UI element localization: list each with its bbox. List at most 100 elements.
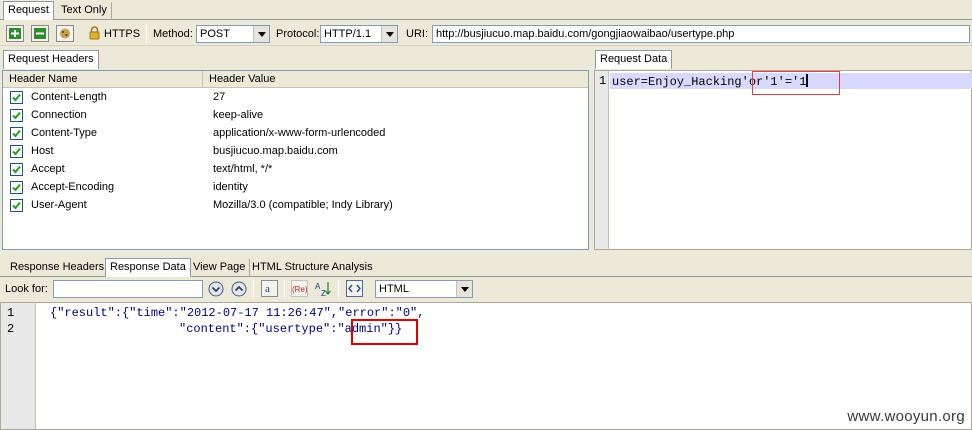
header-enabled-checkbox[interactable] — [10, 127, 23, 140]
header-value-cell: text/html, */* — [213, 163, 273, 175]
checkmark-icon — [12, 111, 21, 120]
request-data-panel: 1 user=Enjoy_Hacking'or'1'='1 — [594, 70, 972, 250]
header-value-cell: application/x-www-form-urlencoded — [213, 127, 386, 139]
checkmark-icon — [12, 183, 21, 192]
header-enabled-checkbox[interactable] — [10, 109, 23, 122]
column-header-value[interactable]: Header Value — [203, 71, 588, 88]
header-value-cell: keep-alive — [213, 109, 264, 121]
method-select[interactable]: POST — [196, 25, 270, 43]
header-name-cell: Accept — [31, 163, 65, 175]
tab-response-headers[interactable]: Response Headers — [6, 259, 110, 277]
header-row[interactable]: Connection keep-alive — [3, 107, 588, 125]
top-tab-strip: Request Text Only — [0, 0, 972, 20]
tab-text-only[interactable]: Text Only — [57, 2, 112, 20]
find-next-icon[interactable] — [208, 281, 224, 300]
response-tab-strip: Response Headers Response Data View Page… — [0, 257, 972, 277]
header-row[interactable]: Content-Type application/x-www-form-urlen… — [3, 125, 588, 143]
match-case-icon[interactable]: a — [261, 280, 278, 300]
tab-response-data[interactable]: Response Data — [105, 258, 191, 277]
column-header-name[interactable]: Header Name — [3, 71, 203, 88]
remove-header-button[interactable] — [31, 25, 49, 42]
header-name-cell: User-Agent — [31, 199, 87, 211]
checkmark-icon — [12, 93, 21, 102]
add-header-button[interactable] — [6, 25, 24, 42]
toolbar-separator — [253, 280, 254, 298]
header-enabled-checkbox[interactable] — [10, 163, 23, 176]
response-line-2-prefix: "content":{"usertype": — [179, 322, 338, 336]
tab-request[interactable]: Request — [3, 1, 54, 20]
header-value-cell: identity — [213, 181, 248, 193]
header-enabled-checkbox[interactable] — [10, 145, 23, 158]
checkmark-icon — [12, 201, 21, 210]
protocol-select[interactable]: HTTP/1.1 — [320, 25, 398, 43]
header-name-cell: Host — [31, 145, 54, 157]
method-label: Method: — [153, 28, 193, 40]
find-previous-icon[interactable] — [231, 281, 247, 300]
header-row[interactable]: Accept-Encoding identity — [3, 179, 588, 197]
request-data-tab-strip: Request Data — [594, 49, 972, 69]
svg-text:(Re): (Re) — [292, 285, 308, 294]
tab-request-headers[interactable]: Request Headers — [3, 50, 99, 69]
header-value-cell: 27 — [213, 91, 226, 103]
response-line-1[interactable]: {"result":{"time":"2012-07-17 11:26:47",… — [50, 306, 424, 320]
chevron-down-icon[interactable] — [381, 26, 397, 42]
header-name-cell: Content-Length — [31, 91, 107, 103]
header-row[interactable]: User-Agent Mozilla/3.0 (compatible; Indy … — [3, 197, 588, 215]
checkmark-icon — [12, 129, 21, 138]
tab-html-structure-analysis[interactable]: HTML Structure Analysis — [248, 259, 377, 277]
tab-request-data[interactable]: Request Data — [595, 50, 673, 69]
request-toolbar: HTTPS Method: POST Protocol: HTTP/1.1 UR… — [0, 21, 972, 46]
svg-text:Z: Z — [321, 289, 326, 297]
header-row[interactable]: Accept text/html, */* — [3, 161, 588, 179]
sort-az-icon[interactable]: AZ — [314, 280, 332, 300]
line-number: 1 — [599, 74, 607, 88]
format-value: HTML — [379, 283, 409, 295]
watermark: www.wooyun.org — [847, 408, 965, 425]
vertical-splitter[interactable] — [589, 49, 593, 251]
https-label[interactable]: HTTPS — [104, 27, 140, 41]
lock-icon — [89, 26, 100, 43]
protocol-label: Protocol: — [276, 28, 320, 40]
injection-highlight-box — [752, 71, 840, 95]
header-row[interactable]: Content-Length 27 — [3, 89, 588, 107]
header-name-cell: Content-Type — [31, 127, 98, 139]
look-for-input[interactable] — [53, 280, 203, 298]
checkmark-icon — [12, 165, 21, 174]
uri-input[interactable]: http://busjiucuo.map.baidu.com/gongjiaow… — [432, 25, 970, 43]
protocol-value: HTTP/1.1 — [324, 28, 372, 40]
response-data-panel: 1 2 {"result":{"time":"2012-07-17 11:26:… — [0, 302, 972, 430]
headers-column-row: Header Name Header Value — [3, 71, 588, 88]
tab-view-page[interactable]: View Page — [189, 259, 251, 277]
request-headers-tab-strip: Request Headers — [0, 49, 590, 69]
regex-icon[interactable]: (Re) — [291, 280, 308, 300]
add-icon — [9, 28, 21, 39]
header-row[interactable]: Host busjiucuo.map.baidu.com — [3, 143, 588, 161]
look-for-label: Look for: — [5, 283, 48, 295]
checkmark-icon — [12, 147, 21, 156]
header-enabled-checkbox[interactable] — [10, 91, 23, 104]
header-value-cell: Mozilla/3.0 (compatible; Indy Library) — [213, 199, 393, 211]
chevron-down-icon[interactable] — [456, 281, 472, 297]
toolbar-separator — [284, 280, 285, 298]
line-number: 2 — [7, 322, 15, 336]
admin-highlight-box — [351, 319, 418, 345]
edit-cookie-button[interactable] — [56, 25, 74, 42]
request-body-plain: user=Enjoy_Hacking — [612, 75, 742, 89]
format-select[interactable]: HTML — [375, 280, 473, 298]
header-enabled-checkbox[interactable] — [10, 181, 23, 194]
svg-text:a: a — [265, 283, 270, 295]
cookie-icon — [60, 28, 70, 39]
uri-label: URI: — [406, 28, 428, 40]
method-value: POST — [200, 28, 230, 40]
toolbar-separator — [146, 25, 147, 43]
header-name-cell: Connection — [31, 109, 87, 121]
header-name-cell: Accept-Encoding — [31, 181, 115, 193]
header-value-cell: busjiucuo.map.baidu.com — [213, 145, 338, 157]
header-enabled-checkbox[interactable] — [10, 199, 23, 212]
code-view-icon[interactable] — [346, 280, 363, 300]
toolbar-separator — [338, 280, 339, 298]
chevron-down-icon[interactable] — [253, 26, 269, 42]
request-headers-panel: Header Name Header Value Content-Length 2… — [2, 70, 589, 250]
line-number: 1 — [7, 306, 15, 320]
line-gutter — [595, 71, 609, 249]
